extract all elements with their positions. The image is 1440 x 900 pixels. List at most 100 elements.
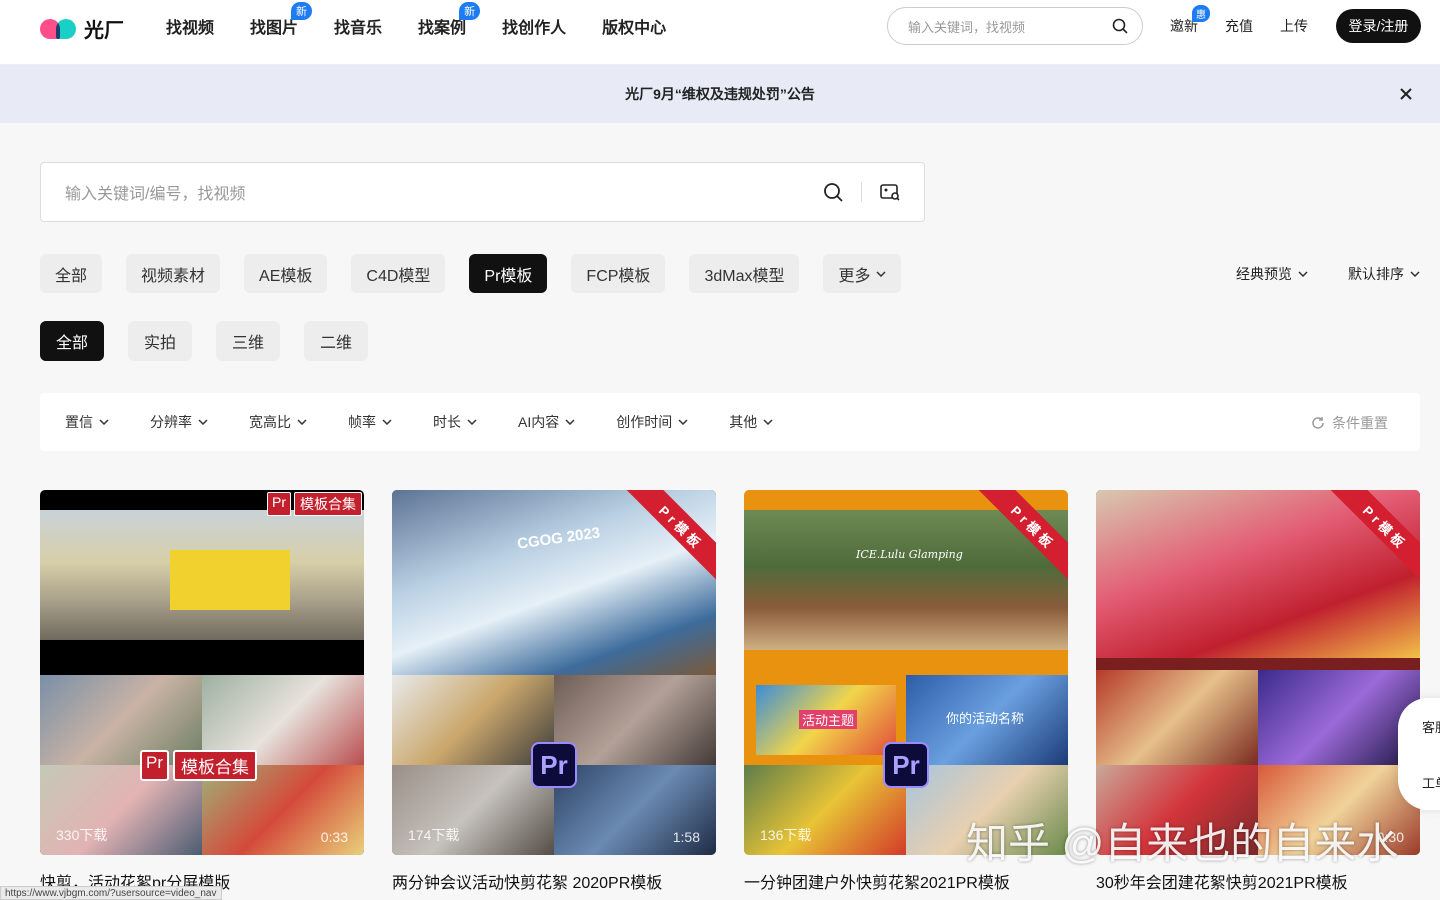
chevron-down-icon bbox=[1298, 271, 1308, 277]
template-card[interactable]: CGOG 2023 Pr模板 Pr 174下载 1:58 两分钟会议活动快剪花絮… bbox=[392, 490, 716, 893]
preview-mode-dropdown[interactable]: 经典预览 bbox=[1236, 264, 1308, 284]
category-c4d-model[interactable]: C4D模型 bbox=[351, 254, 446, 293]
filter-label: 其他 bbox=[729, 414, 758, 430]
download-count: 136下载 bbox=[760, 827, 812, 843]
subcategory-3d[interactable]: 三维 bbox=[216, 321, 281, 361]
logo-mark-icon bbox=[40, 17, 78, 41]
card-title[interactable]: 一分钟团建户外快剪花絮2021PR模板 bbox=[744, 869, 1068, 893]
download-count: 174下载 bbox=[408, 827, 460, 843]
filter-label: AI内容 bbox=[518, 414, 560, 430]
image-search-icon[interactable] bbox=[880, 183, 900, 201]
filter-label: 创作时间 bbox=[616, 414, 673, 430]
card-thumbnail[interactable]: ICE.Lulu Glamping 活动主题 你的活动名称 Pr模板 Pr 13… bbox=[744, 490, 1068, 855]
filter-ai-content[interactable]: AI内容 bbox=[518, 412, 575, 432]
chevron-down-icon bbox=[565, 419, 575, 425]
chevron-down-icon bbox=[198, 419, 208, 425]
sort-order-dropdown[interactable]: 默认排序 bbox=[1348, 264, 1420, 284]
main-search-input[interactable]: 输入关键词/编号，找视频 bbox=[40, 162, 925, 222]
category-all[interactable]: 全部 bbox=[40, 254, 103, 293]
sort-controls: 经典预览 默认排序 bbox=[1236, 264, 1420, 284]
subcategory-live-action[interactable]: 实拍 bbox=[128, 321, 193, 361]
category-3dmax-model[interactable]: 3dMax模型 bbox=[689, 254, 800, 293]
top-navbar: 光厂 找视频 找图片新 找音乐 找案例新 找创作人 版权中心 输入关键词，找视频… bbox=[0, 0, 1440, 65]
login-register-button[interactable]: 登录/注册 bbox=[1336, 9, 1421, 43]
card-thumbnail[interactable]: CGOG 2023 Pr模板 Pr 174下载 1:58 bbox=[392, 490, 716, 855]
ticket-button[interactable]: 工单 bbox=[1422, 773, 1440, 792]
category-tabs: 全部 视频素材 AE模板 C4D模型 Pr模板 FCP模板 3dMax模型 更多 bbox=[40, 254, 902, 293]
invite-link[interactable]: 邀新惠 bbox=[1170, 5, 1210, 36]
category-pr-template[interactable]: Pr模板 bbox=[469, 254, 548, 293]
filter-creation-time[interactable]: 创作时间 bbox=[616, 412, 688, 432]
nav-find-music[interactable]: 找音乐 bbox=[334, 14, 382, 38]
pr-tag: Pr bbox=[140, 750, 169, 781]
template-collection-tag: Pr 模板合集 bbox=[267, 492, 362, 516]
filter-label: 宽高比 bbox=[249, 414, 291, 430]
download-count: 330下载 bbox=[56, 827, 108, 843]
activity-name-text: 你的活动名称 bbox=[946, 711, 1025, 726]
thumbnail-image bbox=[554, 675, 716, 765]
filter-label: 帧率 bbox=[348, 414, 376, 430]
nav-copyright-center[interactable]: 版权中心 bbox=[602, 14, 666, 38]
filter-label: 置信 bbox=[65, 414, 93, 430]
announcement-text[interactable]: 光厂9月“维权及违规处罚”公告 bbox=[625, 84, 815, 104]
more-label: 更多 bbox=[838, 267, 871, 285]
new-badge: 新 bbox=[291, 2, 313, 20]
nav-find-video[interactable]: 找视频 bbox=[166, 14, 214, 38]
reset-filters-button[interactable]: 条件重置 bbox=[1311, 413, 1388, 433]
video-duration: 1:58 bbox=[672, 829, 700, 845]
header-search-placeholder: 输入关键词，找视频 bbox=[908, 19, 1026, 35]
search-icon[interactable] bbox=[1112, 18, 1128, 34]
nav-find-case[interactable]: 找案例新 bbox=[418, 2, 481, 38]
category-video-material[interactable]: 视频素材 bbox=[126, 254, 221, 293]
reset-label: 条件重置 bbox=[1332, 415, 1388, 431]
premiere-pro-icon: Pr bbox=[883, 742, 929, 788]
filter-confidence[interactable]: 置信 bbox=[65, 412, 109, 432]
chevron-down-icon bbox=[763, 419, 773, 425]
search-divider bbox=[861, 182, 862, 202]
subcategory-2d[interactable]: 二维 bbox=[304, 321, 369, 361]
search-icon[interactable] bbox=[823, 182, 843, 202]
activity-theme-text: 活动主题 bbox=[799, 710, 858, 729]
announcement-bar: 光厂9月“维权及违规处罚”公告 bbox=[0, 65, 1440, 123]
recharge-link[interactable]: 充值 bbox=[1225, 16, 1253, 36]
nav-find-image[interactable]: 找图片新 bbox=[250, 2, 313, 38]
category-fcp-template[interactable]: FCP模板 bbox=[571, 254, 666, 293]
main-nav: 找视频 找图片新 找音乐 找案例新 找创作人 版权中心 bbox=[166, 0, 702, 52]
sign-overlay-text: ICE.Lulu Glamping bbox=[856, 548, 963, 561]
close-icon[interactable] bbox=[1394, 82, 1418, 106]
zhihu-watermark: 知乎 @自来也的自来水 bbox=[966, 820, 1399, 867]
card-thumbnail[interactable]: Pr模板 0:30 bbox=[1096, 490, 1420, 855]
nav-label: 找图片 bbox=[250, 20, 299, 37]
preview-mode-label: 经典预览 bbox=[1236, 266, 1292, 282]
filter-bar: 置信 分辨率 宽高比 帧率 时长 AI内容 创作时间 其他 条件重置 bbox=[40, 393, 1420, 451]
nav-label: 找音乐 bbox=[334, 20, 383, 37]
category-ae-template[interactable]: AE模板 bbox=[244, 254, 328, 293]
collection-tag: 模板合集 bbox=[294, 492, 362, 516]
upload-link[interactable]: 上传 bbox=[1280, 16, 1308, 36]
header-search-input[interactable]: 输入关键词，找视频 bbox=[887, 7, 1143, 45]
header-links: 邀新惠 充值 上传 bbox=[1170, 0, 1308, 52]
nav-find-creator[interactable]: 找创作人 bbox=[502, 14, 566, 38]
card-thumbnail[interactable]: Pr 模板合集 Pr 模板合集 330下载 0:33 bbox=[40, 490, 364, 855]
filter-aspect-ratio[interactable]: 宽高比 bbox=[249, 412, 307, 432]
template-card[interactable]: Pr 模板合集 Pr 模板合集 330下载 0:33 快剪，活动花絮pr分屏模版 bbox=[40, 490, 364, 893]
premiere-pro-icon: Pr bbox=[531, 742, 577, 788]
main-search-placeholder: 输入关键词/编号，找视频 bbox=[65, 186, 246, 203]
nav-label: 版权中心 bbox=[602, 20, 667, 37]
filter-frame-rate[interactable]: 帧率 bbox=[348, 412, 392, 432]
site-logo[interactable]: 光厂 bbox=[40, 14, 124, 43]
filter-resolution[interactable]: 分辨率 bbox=[150, 412, 208, 432]
filter-other[interactable]: 其他 bbox=[729, 412, 773, 432]
card-title[interactable]: 30秒年会团建花絮快剪2021PR模板 bbox=[1096, 869, 1420, 893]
thumbnail-image bbox=[392, 675, 554, 765]
center-collection-tag: Pr 模板合集 bbox=[140, 750, 257, 781]
sort-order-label: 默认排序 bbox=[1348, 266, 1404, 282]
filter-label: 时长 bbox=[433, 414, 461, 430]
category-more[interactable]: 更多 bbox=[823, 254, 902, 293]
chevron-down-icon bbox=[678, 419, 688, 425]
subcategory-all[interactable]: 全部 bbox=[40, 321, 105, 361]
customer-service-button[interactable]: 客服 bbox=[1422, 717, 1440, 736]
card-title[interactable]: 两分钟会议活动快剪花絮 2020PR模板 bbox=[392, 869, 716, 893]
filter-duration[interactable]: 时长 bbox=[433, 412, 477, 432]
chevron-down-icon bbox=[1410, 271, 1420, 277]
